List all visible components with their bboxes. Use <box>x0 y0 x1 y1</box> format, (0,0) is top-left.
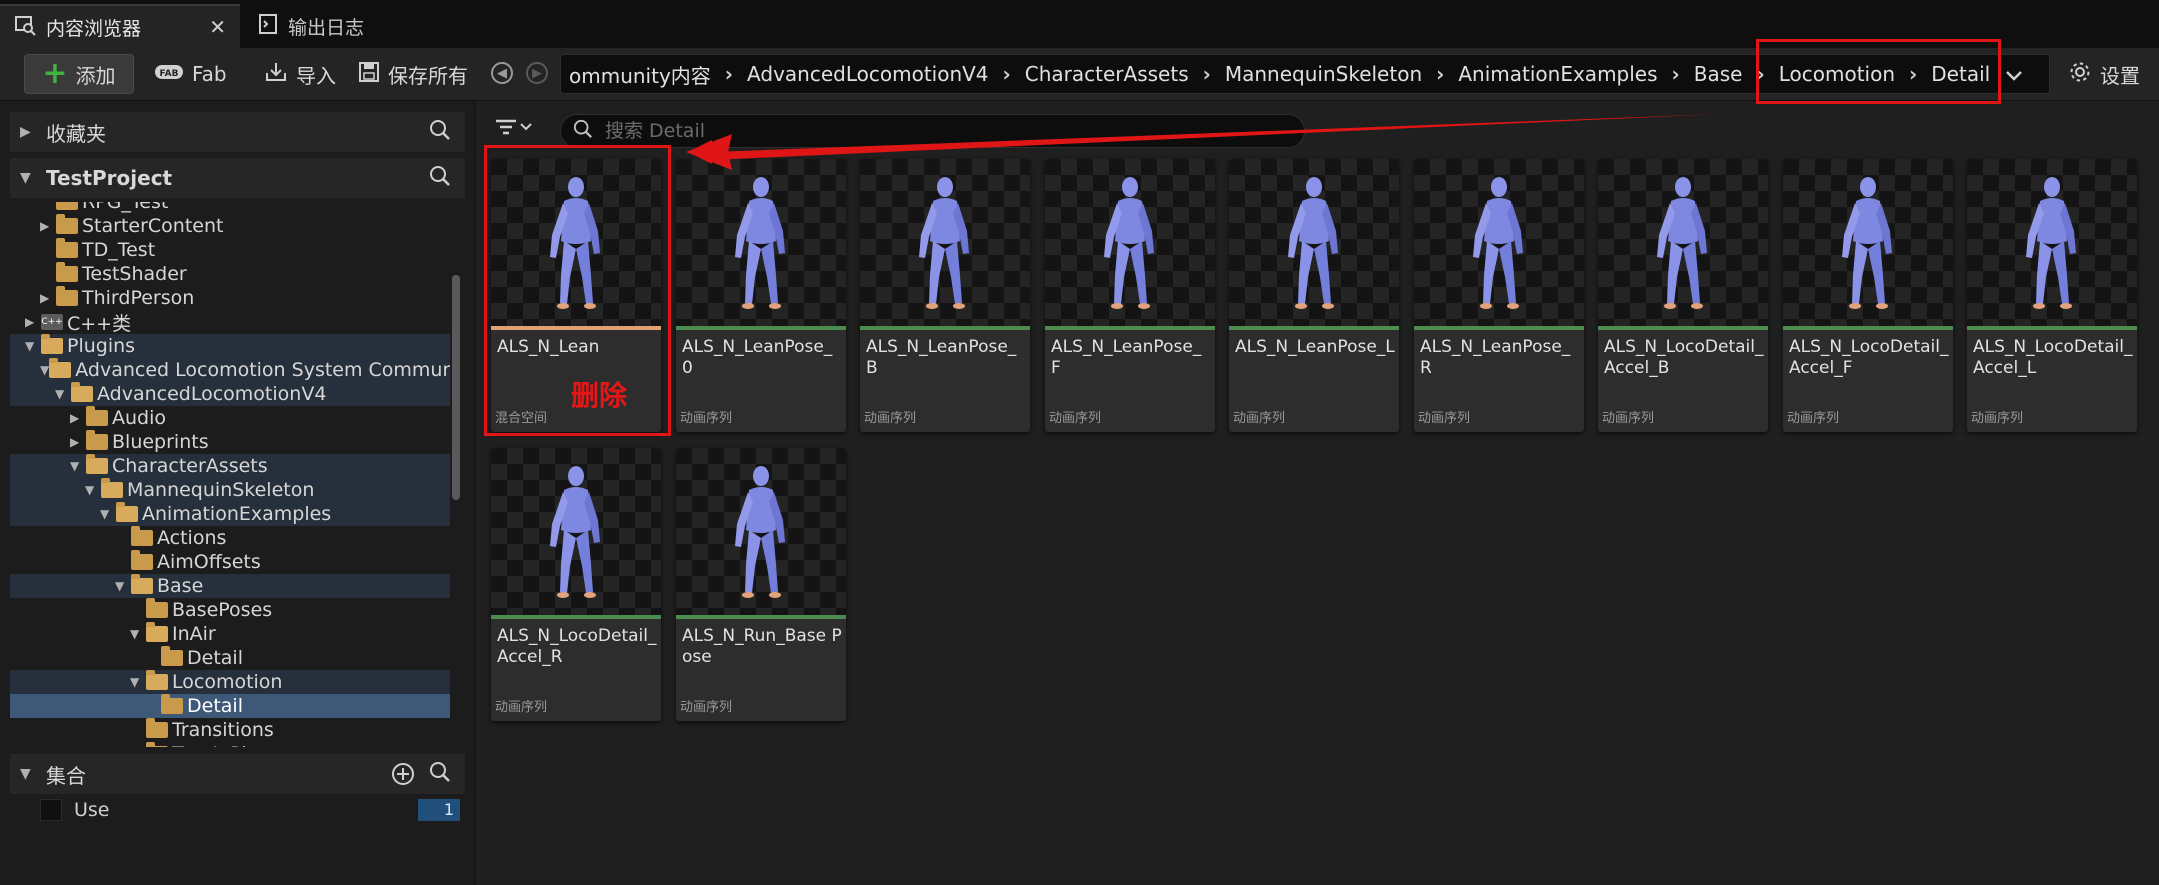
annotation-arrow <box>686 114 1720 170</box>
arrow-shaft-icon <box>688 114 1720 164</box>
arrow-head-icon <box>686 134 732 170</box>
